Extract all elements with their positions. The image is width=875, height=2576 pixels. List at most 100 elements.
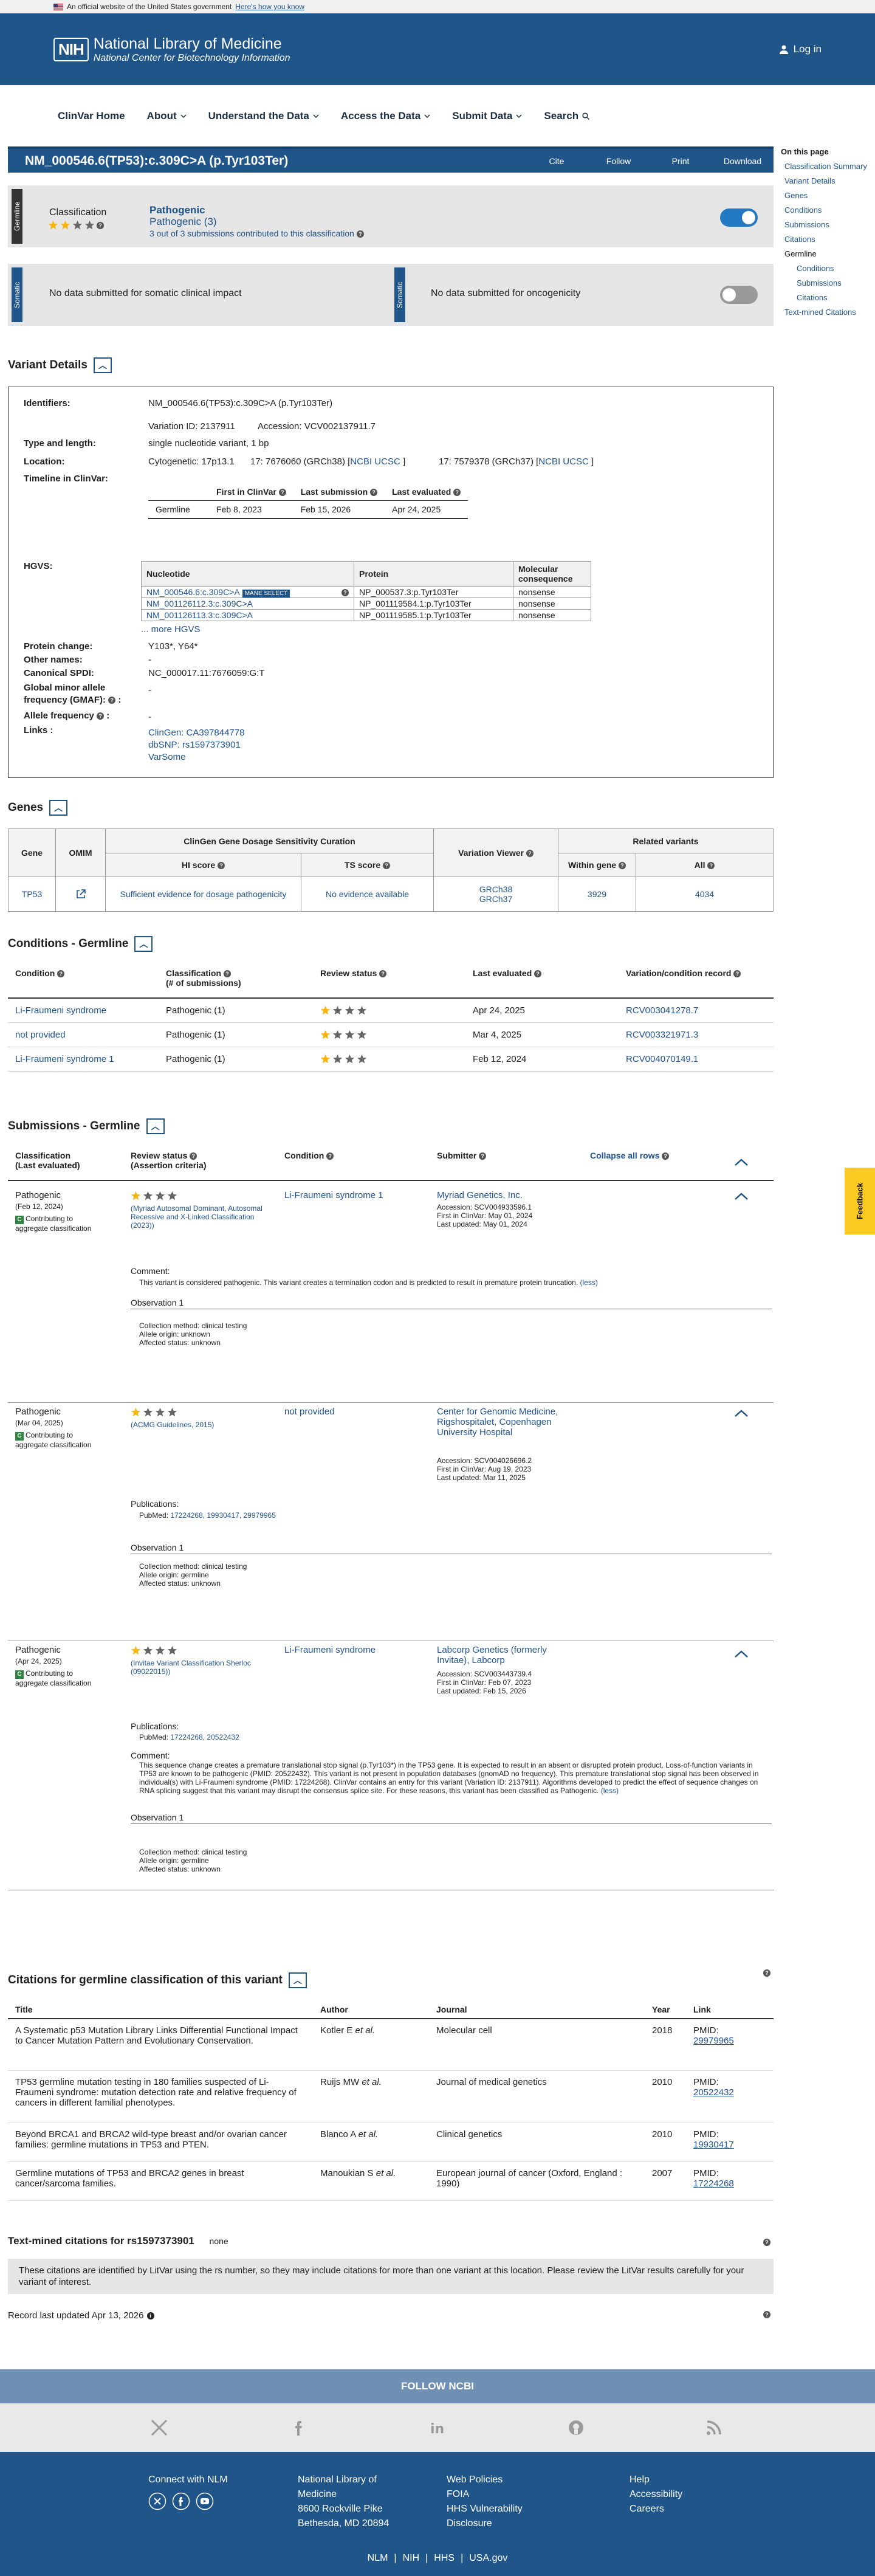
assertion-criteria-link[interactable]: (ACMG Guidelines, 2015) — [131, 1421, 214, 1429]
help-icon[interactable]: ? — [383, 861, 391, 869]
addr-line[interactable]: Medicine — [298, 2487, 389, 2502]
nih-link[interactable]: NIH — [403, 2553, 420, 2564]
condition-link[interactable]: Li-Fraumeni syndrome — [15, 1005, 106, 1016]
collapse-all-rows[interactable]: Collapse all rows ? — [590, 1151, 670, 1160]
chevron-up-icon[interactable] — [734, 1158, 749, 1166]
pmid-link[interactable]: 29979965 — [693, 2036, 734, 2046]
hgvs-nuc-link[interactable]: NM_000546.6:c.309C>A — [146, 587, 240, 597]
assertion-criteria-link[interactable]: (Invitae Variant Classification Sherloc … — [131, 1659, 252, 1676]
side-textmined[interactable]: Text-mined Citations — [784, 305, 872, 320]
help-icon[interactable]: ? — [763, 1969, 770, 1977]
help-icon[interactable]: ? — [97, 712, 105, 720]
download-button[interactable]: Download — [712, 156, 774, 166]
help-link[interactable]: Help — [630, 2473, 682, 2487]
grch38-link[interactable]: GRCh38 — [434, 884, 558, 894]
condition-link[interactable]: Li-Fraumeni syndrome 1 — [15, 1054, 114, 1064]
side-germline-conditions[interactable]: Conditions — [797, 261, 872, 276]
foia-link[interactable]: FOIA — [447, 2487, 523, 2502]
nav-search[interactable]: Search — [544, 110, 590, 122]
pubmed-links[interactable]: 17224268, 19930417, 29979965 — [170, 1511, 276, 1520]
help-icon[interactable]: ? — [326, 1152, 334, 1160]
varsome-link[interactable]: VarSome — [148, 752, 185, 762]
ncbi-link[interactable]: NCBI — [538, 456, 560, 467]
pubmed-links[interactable]: 17224268, 20522432 — [170, 1733, 239, 1741]
help-icon[interactable]: ? — [453, 489, 461, 497]
pmid-link[interactable]: 19930417 — [693, 2140, 734, 2150]
help-icon[interactable]: ? — [379, 970, 387, 978]
careers-link[interactable]: Careers — [630, 2502, 682, 2516]
omim-link[interactable] — [55, 876, 106, 912]
pmid-link[interactable]: 20522432 — [693, 2087, 734, 2098]
collapse-submissions-button[interactable]: ︿ — [146, 1118, 165, 1134]
hi-score-link[interactable]: Sufficient evidence for dosage pathogeni… — [105, 876, 301, 912]
cite-button[interactable]: Cite — [526, 156, 588, 166]
nav-submit[interactable]: Submit Data — [452, 110, 522, 122]
assertion-criteria-link[interactable]: (Myriad Autosomal Dominant, Autosomal Re… — [131, 1204, 267, 1230]
help-icon[interactable]: ? — [370, 489, 378, 497]
hhs-link[interactable]: HHS — [434, 2553, 455, 2564]
nlm-logo[interactable]: NIH National Library of Medicine Nationa… — [53, 35, 290, 64]
collapse-conditions-button[interactable]: ︿ — [134, 936, 153, 952]
grch37-link[interactable]: GRCh37 — [434, 894, 558, 904]
nlm-link[interactable]: NLM — [368, 2553, 388, 2564]
side-variant-details[interactable]: Variant Details — [784, 174, 872, 188]
ucsc-link[interactable]: UCSC — [374, 456, 400, 467]
nav-clinvar-home[interactable]: ClinVar Home — [58, 110, 125, 122]
within-gene-link[interactable]: 3929 — [558, 876, 636, 912]
help-icon[interactable]: ? — [108, 697, 116, 704]
help-icon[interactable]: ? — [278, 489, 286, 497]
chevron-up-icon[interactable] — [734, 1650, 749, 1658]
submitter-link[interactable]: Myriad Genetics, Inc. — [437, 1190, 523, 1200]
help-icon[interactable]: ? — [218, 861, 225, 869]
accessibility-link[interactable]: Accessibility — [630, 2487, 682, 2502]
side-submissions[interactable]: Submissions — [784, 218, 872, 232]
youtube-icon[interactable] — [196, 2492, 214, 2510]
hgvs-nuc-link[interactable]: NM_001126113.3:c.309C>A — [146, 610, 253, 620]
side-germline-citations[interactable]: Citations — [797, 291, 872, 305]
sub-condition-link[interactable]: not provided — [284, 1407, 335, 1417]
web-policies-link[interactable]: Web Policies — [447, 2473, 523, 2487]
addr-line[interactable]: National Library of — [298, 2473, 389, 2487]
print-button[interactable]: Print — [650, 156, 712, 166]
ts-score-link[interactable]: No evidence available — [301, 876, 434, 912]
help-icon[interactable]: ? — [526, 849, 534, 857]
help-icon[interactable]: ? — [57, 970, 65, 978]
all-link[interactable]: 4034 — [636, 876, 774, 912]
collapse-citations-button[interactable]: ︿ — [288, 1972, 307, 1988]
disclosure-link[interactable]: Disclosure — [447, 2516, 523, 2531]
help-icon[interactable]: ? — [763, 2239, 770, 2246]
help-icon[interactable]: ? — [733, 970, 741, 978]
submitter-link[interactable]: Center for Genomic Medicine, Rigshospita… — [437, 1407, 568, 1438]
ucsc-link[interactable]: UCSC — [563, 456, 589, 467]
facebook-icon[interactable] — [172, 2492, 190, 2510]
help-icon[interactable]: ? — [763, 2311, 770, 2318]
heres-how-link[interactable]: Here's how you know — [235, 2, 304, 11]
help-icon[interactable]: ? — [619, 861, 626, 869]
chevron-up-icon[interactable] — [734, 1192, 749, 1200]
follow-button[interactable]: Follow — [588, 156, 650, 166]
side-citations[interactable]: Citations — [784, 232, 872, 247]
usagov-link[interactable]: USA.gov — [469, 2553, 507, 2564]
facebook-icon[interactable] — [290, 2419, 309, 2437]
login-button[interactable]: Log in — [779, 43, 822, 55]
help-icon[interactable]: ? — [190, 1152, 197, 1160]
less-link[interactable]: (less) — [580, 1278, 598, 1287]
germline-toggle[interactable] — [720, 208, 758, 227]
condition-link[interactable]: not provided — [15, 1030, 66, 1040]
x-twitter-icon[interactable] — [150, 2419, 168, 2437]
more-hgvs-link[interactable]: ... more HGVS — [141, 624, 201, 635]
rcv-link[interactable]: RCV003321971.3 — [626, 1030, 698, 1040]
x-twitter-icon[interactable] — [148, 2492, 166, 2510]
submitter-link[interactable]: Labcorp Genetics (formerly Invitae), Lab… — [437, 1645, 577, 1665]
side-conditions[interactable]: Conditions — [784, 203, 872, 218]
github-icon[interactable] — [567, 2419, 585, 2437]
somatic-toggle[interactable] — [720, 286, 758, 304]
side-germline-submissions[interactable]: Submissions — [797, 276, 872, 291]
feedback-tab[interactable]: Feedback — [845, 1168, 875, 1235]
help-icon[interactable]: ? — [707, 861, 715, 869]
help-icon[interactable]: ? — [356, 230, 364, 238]
clingen-link[interactable]: ClinGen: CA397844778 — [148, 728, 244, 738]
linkedin-icon[interactable]: in — [429, 2419, 447, 2437]
rss-icon[interactable] — [705, 2419, 723, 2437]
collapse-variant-button[interactable]: ︿ — [93, 357, 112, 373]
